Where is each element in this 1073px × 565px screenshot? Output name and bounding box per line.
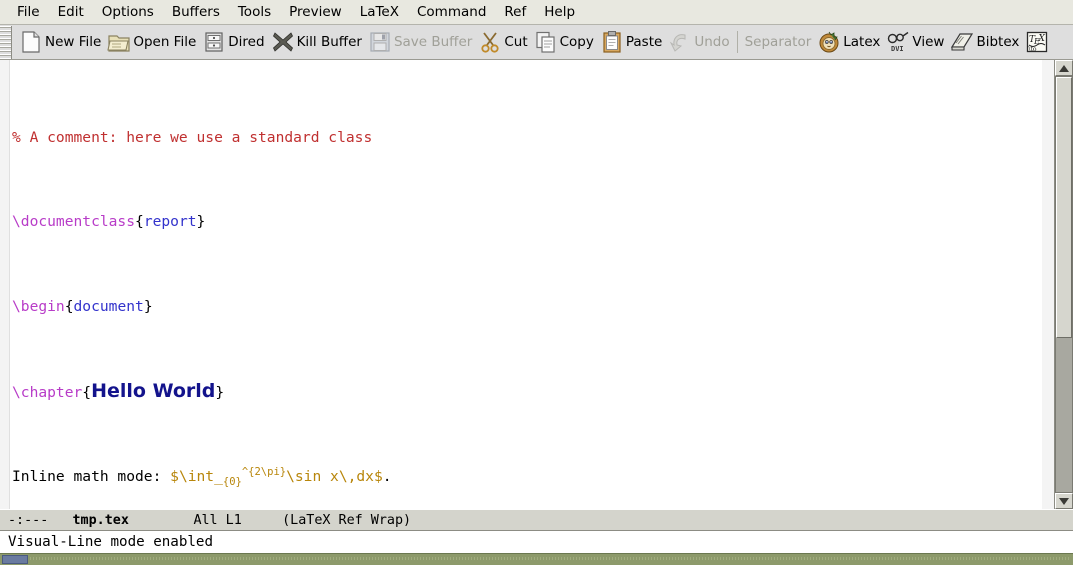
save-buffer-icon xyxy=(368,30,392,54)
menu-item-command[interactable]: Command xyxy=(408,3,495,22)
toolbar-button-cut[interactable]: Cut xyxy=(475,27,530,58)
token-begin-macro: \begin xyxy=(12,298,65,316)
token-inline-sup: ^{2\pi} xyxy=(241,465,287,478)
right-fringe xyxy=(1042,60,1054,509)
menu-bar: File Edit Options Buffers Tools Preview … xyxy=(0,0,1073,25)
clipboard-icon xyxy=(600,30,624,54)
toolbar-button-tex-math[interactable]: T E X \to xyxy=(1022,27,1054,58)
token-inline-sub: {0} xyxy=(222,475,242,488)
taskbar-window-button[interactable] xyxy=(2,555,28,564)
taskbar-texture xyxy=(30,557,1069,560)
toolbar-label-latex: Latex xyxy=(843,33,881,50)
token-document-arg: document xyxy=(73,298,144,316)
toolbar-label-bibtex: Bibtex xyxy=(976,33,1020,50)
toolbar-label-kill-buffer: Kill Buffer xyxy=(296,33,362,50)
token-documentclass-macro: \documentclass xyxy=(12,213,136,231)
kill-buffer-icon xyxy=(271,30,295,54)
toolbar-label-dired: Dired xyxy=(228,33,265,50)
latex-lion-icon xyxy=(817,30,841,54)
code-line-documentclass: \documentclass{report} xyxy=(12,213,206,231)
left-fringe xyxy=(0,60,10,509)
scrollbar-track[interactable] xyxy=(1055,76,1073,493)
token-chapter-title: Hello World xyxy=(91,380,216,402)
toolbar-label-new-file: New File xyxy=(45,33,102,50)
minibuffer[interactable]: Visual-Line mode enabled xyxy=(0,531,1073,553)
menu-item-file[interactable]: File xyxy=(8,3,49,22)
toolbar-label-cut: Cut xyxy=(504,33,528,50)
desktop-taskbar-strip xyxy=(0,553,1073,565)
toolbar-button-paste[interactable]: Paste xyxy=(597,27,665,58)
toolbar-button-kill-buffer[interactable]: Kill Buffer xyxy=(268,27,365,58)
mode-line-position: All L1 xyxy=(193,512,242,528)
editor-window: % A comment: here we use a standard clas… xyxy=(0,60,1073,509)
scrollbar-thumb[interactable] xyxy=(1056,77,1072,339)
menu-item-help[interactable]: Help xyxy=(535,3,584,22)
toolbar-button-latex[interactable]: Latex xyxy=(814,27,883,58)
token-inline-period: . xyxy=(382,467,392,485)
toolbar-button-view[interactable]: DVI View xyxy=(883,27,947,58)
scissors-icon xyxy=(478,30,502,54)
toolbar-label-save-buffer: Save Buffer xyxy=(393,33,473,50)
toolbar-label-separator: Separator xyxy=(744,33,812,50)
svg-text:\to: \to xyxy=(1029,46,1037,53)
toolbar-label-copy: Copy xyxy=(559,33,594,50)
mode-line[interactable]: -:--- tmp.tex All L1 (LaTeX Ref Wrap) xyxy=(0,509,1073,531)
token-inline-math-open: $\int_ xyxy=(170,467,223,485)
menu-item-preview[interactable]: Preview xyxy=(280,3,351,22)
code-line-inline-math: Inline math mode: $\int_{0}^{2\pi}\sin x… xyxy=(12,466,1042,487)
scroll-down-arrow-icon[interactable] xyxy=(1055,493,1073,509)
mode-line-buffer-name: tmp.tex xyxy=(72,512,129,528)
toolbar-button-save-buffer[interactable]: Save Buffer xyxy=(365,27,475,58)
toolbar-button-separator: Separator xyxy=(742,27,815,58)
token-documentclass-arg: report xyxy=(143,213,197,231)
mode-line-indicators: -:--- xyxy=(8,512,49,528)
tex-math-icon: T E X \to xyxy=(1025,30,1049,54)
menu-item-tools[interactable]: Tools xyxy=(229,3,280,22)
code-line-begin-document: \begin{document} xyxy=(12,298,153,316)
new-file-icon xyxy=(19,30,43,54)
menu-item-options[interactable]: Options xyxy=(93,3,163,22)
open-folder-icon xyxy=(107,30,131,54)
token-inline-math-rest: \sin x\,dx$ xyxy=(286,467,383,485)
svg-text:X: X xyxy=(1038,34,1046,44)
toolbar-button-undo[interactable]: Undo xyxy=(665,27,732,58)
menu-item-edit[interactable]: Edit xyxy=(49,3,93,22)
code-line-chapter: \chapter{Hello World} xyxy=(12,380,225,402)
toolbar-label-paste: Paste xyxy=(625,33,663,50)
latex-source: % A comment: here we use a standard clas… xyxy=(10,63,1042,509)
copy-icon xyxy=(534,30,558,54)
undo-icon xyxy=(668,30,692,54)
bibtex-book-icon xyxy=(950,30,974,54)
dired-icon xyxy=(202,30,226,54)
toolbar-button-copy[interactable]: Copy xyxy=(531,27,597,58)
tool-bar: New File Open File Dired Kill Buffer Sav… xyxy=(0,25,1073,60)
toolbar-label-undo: Undo xyxy=(694,33,730,50)
toolbar-drag-handle[interactable] xyxy=(0,25,12,59)
echo-area-message: Visual-Line mode enabled xyxy=(8,534,213,550)
mode-line-modes: (LaTeX Ref Wrap) xyxy=(282,512,412,528)
emacs-window: File Edit Options Buffers Tools Preview … xyxy=(0,0,1073,565)
toolbar-button-new-file[interactable]: New File xyxy=(16,27,104,58)
buffer-text-area[interactable]: % A comment: here we use a standard clas… xyxy=(10,60,1042,509)
toolbar-button-dired[interactable]: Dired xyxy=(199,27,267,58)
menu-item-latex[interactable]: LaTeX xyxy=(351,3,408,22)
token-chapter-macro: \chapter xyxy=(12,384,83,401)
menu-item-ref[interactable]: Ref xyxy=(495,3,535,22)
toolbar-label-view: View xyxy=(912,33,945,50)
view-dvi-icon: DVI xyxy=(886,30,910,54)
token-inline-label: Inline math mode: xyxy=(12,467,171,485)
toolbar-button-open-file[interactable]: Open File xyxy=(104,27,199,58)
code-line-comment: % A comment: here we use a standard clas… xyxy=(12,127,1042,148)
separator-icon xyxy=(736,31,738,53)
menu-item-buffers[interactable]: Buffers xyxy=(163,3,229,22)
toolbar-label-open-file: Open File xyxy=(133,33,197,50)
scroll-up-arrow-icon[interactable] xyxy=(1055,60,1073,76)
vertical-scrollbar[interactable] xyxy=(1054,60,1073,509)
svg-text:DVI: DVI xyxy=(891,45,904,53)
token-comment: % A comment: here we use a standard clas… xyxy=(12,128,373,146)
toolbar-button-bibtex[interactable]: Bibtex xyxy=(947,27,1022,58)
